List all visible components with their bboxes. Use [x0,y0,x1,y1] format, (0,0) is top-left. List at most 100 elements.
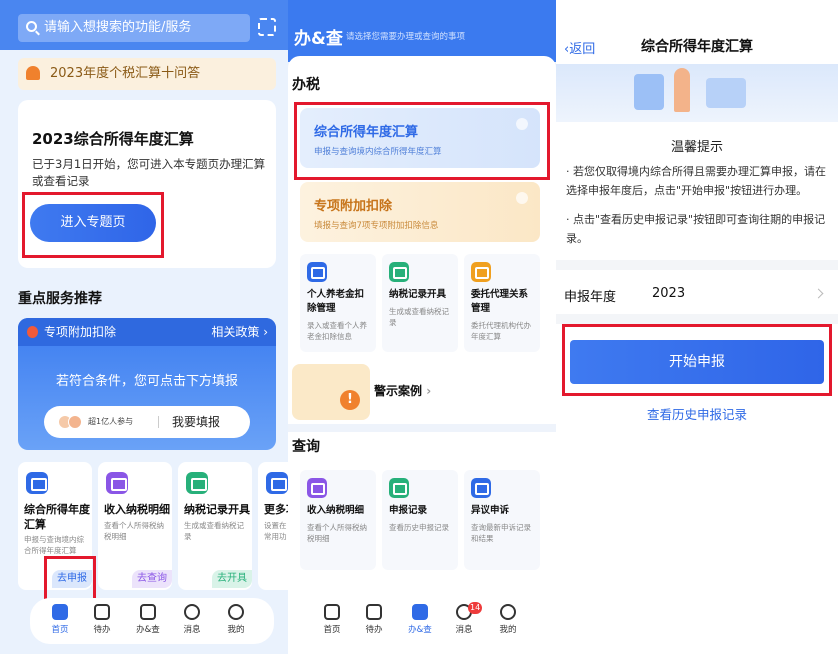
deduction-card: 专项附加扣除 相关政策 › 若符合条件，您可点击下方填报 超1亿人参与 我要填报 [18,318,276,450]
item-title: 异议申诉 [471,505,510,516]
tip-title: 温馨提示 [670,140,723,155]
notice-bar[interactable]: 2023年度个税汇算十问答 [18,58,276,90]
feature-desc: 已于3月1日开始，您可进入本专题页办理汇算或查看记录 [32,157,266,188]
agent-icon [471,262,491,282]
service-desc: 设置在常用功 [264,521,287,541]
service-card-annual[interactable]: 综合所得年度汇算 申报与查询境内综合所得年度汇算 去申报 [18,462,92,590]
tab-todo[interactable]: 待办 [354,604,394,635]
service-title: 纳税记录开具 [184,503,250,516]
todo-icon [366,604,382,620]
tax-record-icon [389,262,409,282]
person-illustration [674,68,690,112]
home-icon [324,604,340,620]
enter-topic-button[interactable]: 进入专题页 [30,204,156,242]
message-icon [184,604,200,620]
section-divider [556,260,838,270]
year-label: 申报年度 [564,290,617,305]
item-desc: 录入或查看个人养老金扣除信息 [307,321,367,341]
annual-settlement-screen: ‹返回 综合所得年度汇算 温馨提示 · 若您仅取得境内综合所得且需要办理汇算申报… [556,0,838,654]
tax-report-icon [26,472,48,494]
document-icon [634,74,664,110]
home-icon [52,604,68,620]
tab-handle-query[interactable]: 办&查 [128,604,168,635]
home-screen: 请输入想搜索的功能/服务 2023年度个税汇算十问答 2023综合所得年度汇算 … [0,0,288,654]
warning-case-link[interactable]: 警示案例 › [374,382,431,399]
item-title: 纳税记录开具 [389,289,447,300]
report-record-item[interactable]: 申报记录 查看历史申报记录 [382,470,458,570]
scan-icon[interactable] [258,18,276,36]
chart-illustration [706,78,746,108]
service-card-record[interactable]: 纳税记录开具 生成或查看纳税记录 去开具 [178,462,252,590]
year-value: 2023 [652,286,686,301]
section-title: 重点服务推荐 [18,291,102,307]
service-desc: 申报与查询境内综合所得年度汇算 [24,535,84,555]
history-record-link[interactable]: 查看历史申报记录 [556,404,838,423]
tip-2: · 点击"查看历史申报记录"按钮即可查询往期的申报记录。 [566,210,832,248]
tab-handle-query[interactable]: 办&查 [400,604,440,635]
tab-todo[interactable]: 待办 [82,604,122,635]
bell-icon [26,66,40,80]
bottom-tab-bar: 首页 待办 办&查 消息 我的 [30,598,274,644]
annual-feature-card: 2023综合所得年度汇算 已于3月1日开始，您可进入本专题页办理汇算或查看记录 … [18,100,276,268]
tab-message[interactable]: 消息 [172,604,212,635]
deduction-title: 专项附加扣除 [44,325,117,339]
service-title: 更多功 [264,503,288,516]
query-section-title: 查询 [292,439,320,455]
tax-record-item[interactable]: 纳税记录开具 生成或查看纳税记录 [382,254,458,352]
start-report-button[interactable]: 开始申报 [570,340,824,384]
chevron-right-icon [813,288,824,299]
special-deduction-card[interactable]: 专项附加扣除 填报与查询7项专项附加扣除信息 [300,182,540,242]
tab-home[interactable]: 首页 [312,604,352,635]
agent-item[interactable]: 委托代理关系管理 委托代理机构代办年度汇算 [464,254,540,352]
go-query-tag[interactable]: 去查询 [132,570,172,588]
item-desc: 查看个人所得税纳税明细 [307,523,367,543]
bullet-icon: · [566,165,573,178]
page-title: 办&查 [294,29,343,49]
card-desc: 填报与查询7项专项附加扣除信息 [314,221,439,231]
handle-query-screen: 办&查 请选择您需要办理或查询的事项 办税 综合所得年度汇算 申报与查询境内综合… [288,0,556,654]
go-report-tag[interactable]: 去申报 [52,570,92,588]
deduction-header: 专项附加扣除 相关政策 › [18,318,276,346]
appeal-item[interactable]: 异议申诉 查询最新申诉记录和结果 [464,470,540,570]
section-divider [288,424,556,432]
page-subtitle: 请选择您需要办理或查询的事项 [346,32,466,42]
tab-message[interactable]: 14 消息 [444,602,484,635]
service-title: 综合所得年度汇算 [24,503,90,531]
tab-label: 我的 [227,625,245,635]
tab-label: 首页 [51,625,69,635]
policy-link[interactable]: 相关政策 › [211,318,268,346]
pension-item[interactable]: 个人养老金扣除管理 录入或查看个人养老金扣除信息 [300,254,376,352]
warning-case-illustration [292,364,370,420]
tab-profile[interactable]: 我的 [216,604,256,635]
tab-label: 待办 [365,625,383,635]
item-desc: 查询最新申诉记录和结果 [471,523,531,543]
income-detail-icon [307,478,327,498]
tab-home[interactable]: 首页 [40,604,80,635]
card-title: 专项附加扣除 [314,199,393,214]
service-title: 收入纳税明细 [104,503,170,516]
pension-icon [307,262,327,282]
chevron-right-icon [516,192,528,204]
income-detail-icon [106,472,128,494]
service-card-more[interactable]: 更多功 设置在常用功 [258,462,288,590]
annual-settlement-card[interactable]: 综合所得年度汇算 申报与查询境内综合所得年度汇算 [300,108,540,168]
appeal-icon [471,478,491,498]
go-issue-tag[interactable]: 去开具 [212,570,252,588]
fill-button[interactable]: 我要填报 [172,406,220,438]
income-detail-item[interactable]: 收入纳税明细 查看个人所得税纳税明细 [300,470,376,570]
bottom-tab-bar: 首页 待办 办&查 14 消息 我的 [302,598,546,644]
bullet-icon: · [566,213,573,226]
search-input[interactable]: 请输入想搜索的功能/服务 [18,14,250,42]
profile-icon [228,604,244,620]
tax-section-title: 办税 [292,77,320,93]
fill-pill[interactable]: 超1亿人参与 我要填报 [44,406,250,438]
item-title: 收入纳税明细 [307,505,365,516]
tab-profile[interactable]: 我的 [488,604,528,635]
service-card-income[interactable]: 收入纳税明细 查看个人所得税纳税明细 去查询 [98,462,172,590]
nav-bar: ‹返回 综合所得年度汇算 [556,30,838,62]
item-title: 个人养老金扣除管理 [307,289,365,314]
todo-icon [94,604,110,620]
card-desc: 申报与查询境内综合所得年度汇算 [314,147,442,157]
handle-header: 办&查 请选择您需要办理或查询的事项 [288,0,556,62]
profile-icon [500,604,516,620]
